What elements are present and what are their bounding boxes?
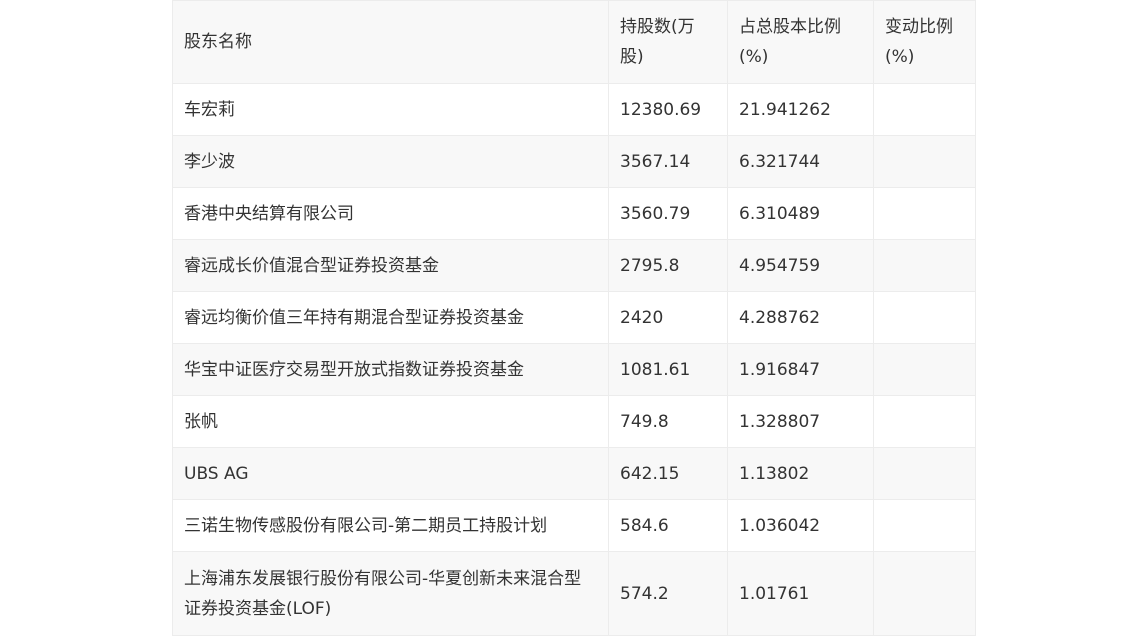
cell-shares-held: 2795.8 [608,239,728,292]
cell-change-ratio [873,135,976,188]
cell-share-ratio: 6.321744 [727,135,874,188]
cell-shares-held: 1081.61 [608,343,728,396]
cell-shareholder-name: 香港中央结算有限公司 [172,187,609,240]
table-row: 睿远成长价值混合型证券投资基金 2795.8 4.954759 [172,239,976,292]
table-row: 车宏莉 12380.69 21.941262 [172,83,976,136]
cell-share-ratio: 4.954759 [727,239,874,292]
cell-shares-held: 3567.14 [608,135,728,188]
cell-shares-held: 574.2 [608,551,728,636]
cell-change-ratio [873,239,976,292]
cell-share-ratio: 1.328807 [727,395,874,448]
table-row: UBS AG 642.15 1.13802 [172,447,976,500]
cell-change-ratio [873,551,976,636]
table-row: 香港中央结算有限公司 3560.79 6.310489 [172,187,976,240]
cell-share-ratio: 1.036042 [727,499,874,552]
cell-shares-held: 3560.79 [608,187,728,240]
cell-shares-held: 642.15 [608,447,728,500]
table-row: 张帆 749.8 1.328807 [172,395,976,448]
cell-shareholder-name: 上海浦东发展银行股份有限公司-华夏创新未来混合型证券投资基金(LOF) [172,551,609,636]
header-shareholder-name: 股东名称 [172,0,609,84]
cell-change-ratio [873,83,976,136]
header-change-ratio: 变动比例(%) [873,0,976,84]
cell-share-ratio: 1.13802 [727,447,874,500]
header-shares-held: 持股数(万股) [608,0,728,84]
cell-shareholder-name: UBS AG [172,447,609,500]
table-row: 三诺生物传感股份有限公司-第二期员工持股计划 584.6 1.036042 [172,499,976,552]
table-row: 睿远均衡价值三年持有期混合型证券投资基金 2420 4.288762 [172,291,976,344]
cell-shareholder-name: 李少波 [172,135,609,188]
cell-share-ratio: 21.941262 [727,83,874,136]
table-row: 华宝中证医疗交易型开放式指数证券投资基金 1081.61 1.916847 [172,343,976,396]
cell-change-ratio [873,499,976,552]
cell-share-ratio: 1.01761 [727,551,874,636]
cell-shareholder-name: 车宏莉 [172,83,609,136]
cell-shares-held: 749.8 [608,395,728,448]
cell-share-ratio: 6.310489 [727,187,874,240]
shareholder-table-container: 股东名称 持股数(万股) 占总股本比例(%) 变动比例(%) 车宏莉 12380… [172,0,976,636]
cell-shareholder-name: 华宝中证医疗交易型开放式指数证券投资基金 [172,343,609,396]
cell-shares-held: 584.6 [608,499,728,552]
header-share-ratio: 占总股本比例(%) [727,0,874,84]
cell-share-ratio: 4.288762 [727,291,874,344]
cell-shares-held: 2420 [608,291,728,344]
cell-shares-held: 12380.69 [608,83,728,136]
cell-shareholder-name: 三诺生物传感股份有限公司-第二期员工持股计划 [172,499,609,552]
table-header-row: 股东名称 持股数(万股) 占总股本比例(%) 变动比例(%) [172,0,976,84]
cell-share-ratio: 1.916847 [727,343,874,396]
shareholder-table: 股东名称 持股数(万股) 占总股本比例(%) 变动比例(%) 车宏莉 12380… [172,0,976,636]
cell-change-ratio [873,343,976,396]
cell-change-ratio [873,291,976,344]
table-row: 李少波 3567.14 6.321744 [172,135,976,188]
cell-change-ratio [873,447,976,500]
table-row: 上海浦东发展银行股份有限公司-华夏创新未来混合型证券投资基金(LOF) 574.… [172,551,976,636]
cell-shareholder-name: 睿远均衡价值三年持有期混合型证券投资基金 [172,291,609,344]
cell-shareholder-name: 张帆 [172,395,609,448]
cell-shareholder-name: 睿远成长价值混合型证券投资基金 [172,239,609,292]
cell-change-ratio [873,187,976,240]
cell-change-ratio [873,395,976,448]
